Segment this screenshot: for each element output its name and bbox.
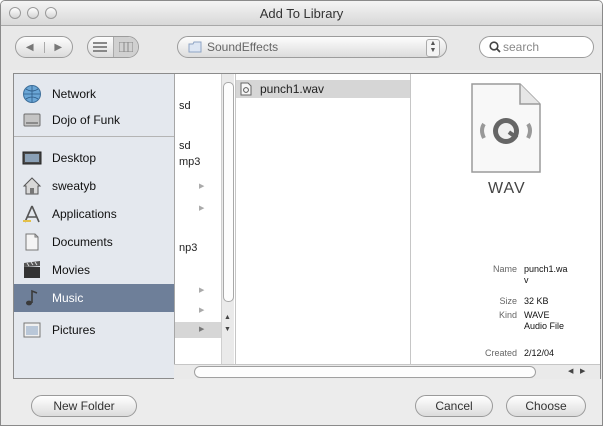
sidebar-item-desktop[interactable]: Desktop — [14, 144, 174, 172]
scroll-up-icon[interactable]: ▲ — [224, 314, 231, 321]
home-icon — [22, 177, 42, 195]
sidebar-item-label: Music — [52, 291, 84, 305]
toolbar: ◀ ▶ SoundEffects ▲ ▼ search — [1, 26, 602, 70]
scroll-left-icon[interactable]: ◀ — [568, 367, 573, 375]
path-popup[interactable]: SoundEffects ▲ ▼ — [177, 36, 447, 58]
file-browser: Network Dojo of Funk Desktop sweatyb App… — [13, 73, 601, 379]
search-icon — [489, 41, 501, 53]
horizontal-scrollbar[interactable]: ◀ ▶ — [174, 364, 600, 379]
meta-key-created: Created — [484, 348, 517, 358]
sidebar-item-music[interactable]: Music — [14, 284, 174, 312]
sidebar-item-dojo-of-funk[interactable]: Dojo of Funk — [14, 106, 174, 134]
cancel-button[interactable]: Cancel — [415, 395, 493, 417]
list-item[interactable]: punch1.wav — [236, 80, 410, 98]
sidebar-item-sweatyb[interactable]: sweatyb — [14, 172, 174, 200]
new-folder-button[interactable]: New Folder — [31, 395, 137, 417]
meta-key-size: Size — [499, 296, 517, 306]
sidebar-item-network[interactable]: Network — [14, 80, 174, 108]
meta-value-kind: WAVE Audio File — [524, 310, 565, 331]
meta-value-created: 2/12/04 — [524, 348, 555, 358]
movies-clapper-icon — [24, 261, 40, 278]
path-popup-label: SoundEffects — [207, 40, 279, 54]
search-field[interactable]: search — [479, 36, 594, 58]
scrollbar-thumb[interactable] — [194, 366, 536, 378]
sidebar-item-label: Movies — [52, 263, 91, 277]
sidebar-item-label: Applications — [52, 207, 117, 221]
list-view-icon — [93, 42, 107, 52]
list-item[interactable]: mp3 — [179, 156, 200, 168]
disclosure-arrow-icon: ▶ — [199, 307, 205, 314]
sidebar-item-label: Pictures — [52, 323, 96, 337]
sidebar-item-label: Desktop — [52, 151, 97, 165]
add-to-library-window: Add To Library ◀ ▶ SoundEffects ▲ ▼ searc… — [0, 0, 603, 426]
disclosure-arrow-icon: ▶ — [199, 287, 205, 294]
column-1-scrollbar[interactable]: ▲ ▼ — [221, 74, 234, 364]
search-placeholder: search — [503, 40, 540, 54]
meta-key-name: Name — [492, 264, 517, 274]
sidebar-item-pictures[interactable]: Pictures — [14, 316, 174, 344]
folder-icon — [188, 41, 202, 53]
wav-file-icon — [240, 82, 252, 96]
scroll-down-icon[interactable]: ▼ — [224, 326, 231, 333]
documents-folder-icon — [25, 233, 39, 251]
column-view-button[interactable] — [113, 37, 138, 57]
list-item[interactable]: np3 — [179, 242, 197, 254]
scroll-right-icon[interactable]: ▶ — [580, 367, 585, 375]
column-view-icon — [118, 42, 133, 52]
pictures-icon — [23, 322, 41, 338]
meta-key-kind: Kind — [498, 310, 517, 320]
disclosure-arrow-icon: ▶ — [199, 326, 205, 333]
path-popup-arrows-icon: ▲ ▼ — [426, 39, 440, 57]
wav-document-icon — [471, 83, 541, 173]
sidebar-item-movies[interactable]: Movies — [14, 256, 174, 284]
sidebar-item-label: sweatyb — [52, 179, 97, 193]
sidebar-item-applications[interactable]: Applications — [14, 200, 174, 228]
back-forward-control: ◀ ▶ — [15, 36, 73, 58]
file-name: punch1.wav — [260, 82, 325, 96]
sidebar-item-label: Documents — [52, 235, 113, 249]
scrollbar-thumb[interactable] — [223, 82, 234, 302]
column-1: sd sd mp3 np3 ▶ ▶ ▶ ▶ ▶ ▲ ▼ — [175, 74, 236, 364]
list-view-button[interactable] — [88, 37, 114, 57]
sidebar-item-label: Network — [52, 87, 97, 101]
desktop-icon — [22, 151, 42, 165]
applications-icon — [23, 205, 40, 223]
meta-value-size: 32 KB — [524, 296, 549, 306]
title-bar: Add To Library — [1, 1, 602, 26]
music-note-icon — [26, 289, 38, 306]
window-title: Add To Library — [259, 6, 344, 21]
back-button[interactable]: ◀ — [16, 41, 45, 53]
disclosure-arrow-icon: ▶ — [199, 205, 205, 212]
sidebar: Network Dojo of Funk Desktop sweatyb App… — [14, 74, 175, 378]
choose-button[interactable]: Choose — [506, 395, 586, 417]
list-item[interactable]: sd — [179, 100, 191, 112]
disclosure-arrow-icon: ▶ — [199, 183, 205, 190]
preview-pane: WAV Name punch1.wa v Size 32 KB Kind WAV… — [412, 74, 598, 364]
sidebar-item-documents[interactable]: Documents — [14, 228, 174, 256]
selected-row[interactable]: ▶ — [175, 322, 221, 338]
list-item[interactable]: sd — [179, 140, 191, 152]
column-2: punch1.wav — [236, 74, 411, 364]
view-mode-control — [87, 36, 139, 58]
file-type-badge: WAV — [488, 180, 526, 197]
network-globe-icon — [23, 85, 41, 103]
sidebar-separator — [14, 136, 174, 137]
sidebar-item-label: Dojo of Funk — [52, 113, 121, 127]
hard-drive-icon — [23, 113, 41, 127]
forward-button[interactable]: ▶ — [45, 42, 73, 53]
meta-value-name: punch1.wa v — [524, 264, 568, 285]
